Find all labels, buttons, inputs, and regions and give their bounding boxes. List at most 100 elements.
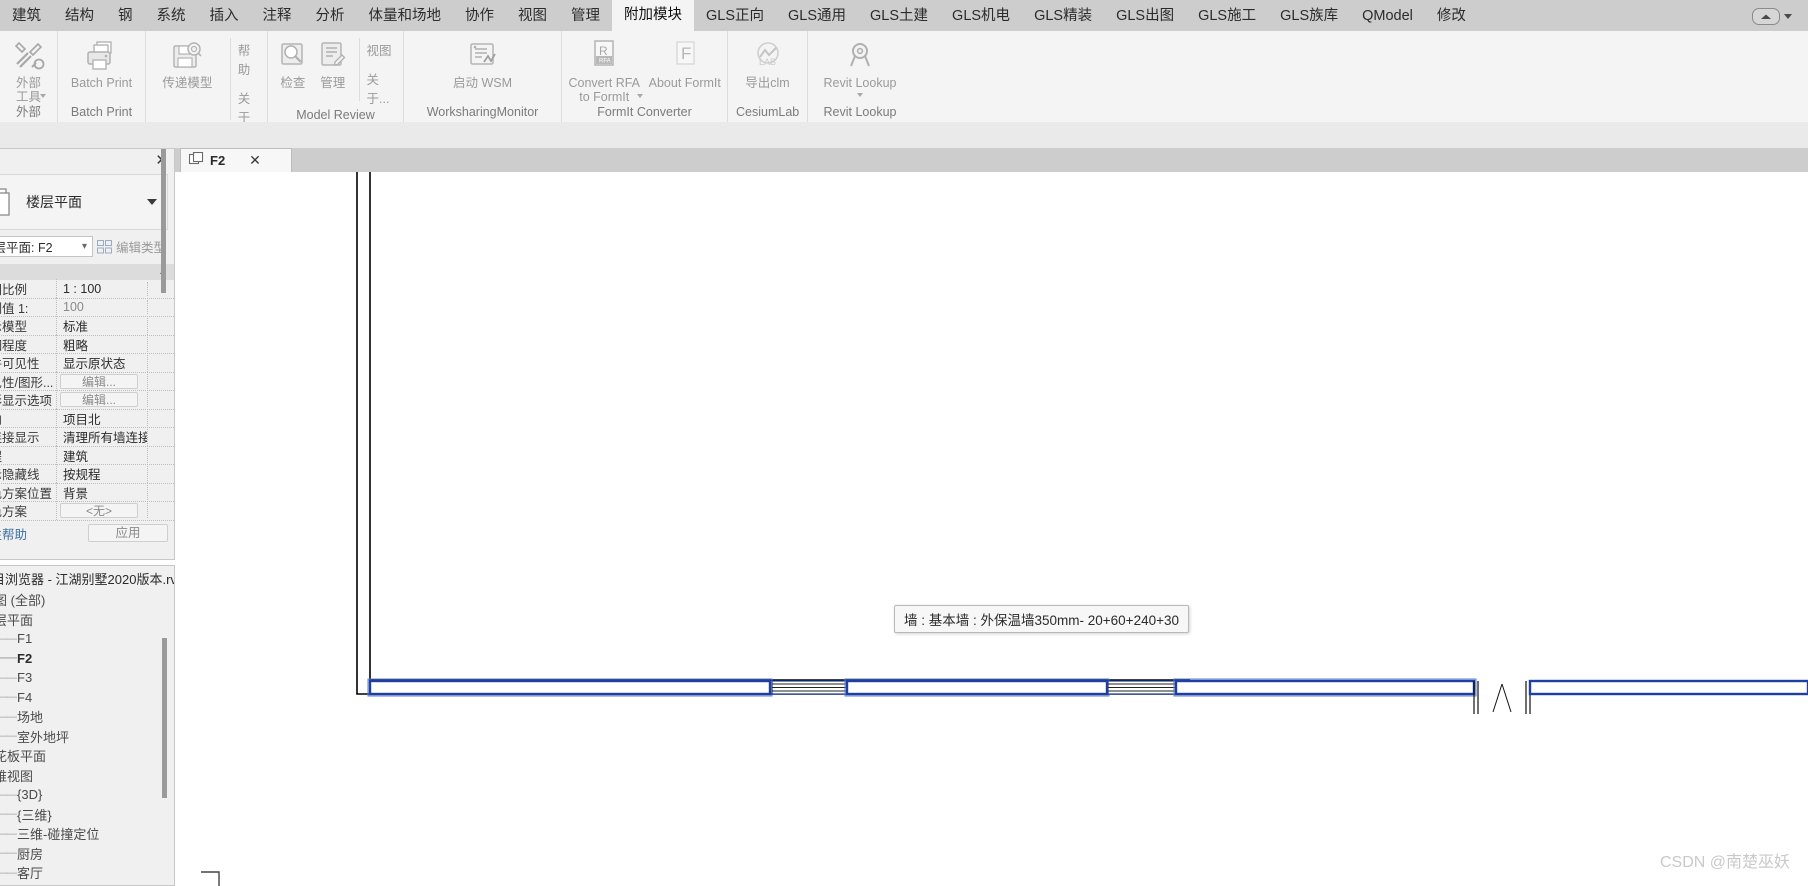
ribbon-tab-6[interactable]: 分析 [304, 2, 357, 31]
ribbon-tab-2[interactable]: 钢 [106, 2, 145, 31]
ribbon-tab-8[interactable]: 协作 [453, 2, 506, 31]
wall-segment-4[interactable] [1528, 679, 1808, 696]
project-browser-node[interactable]: ———场地 [0, 707, 174, 727]
ribbon-tab-21[interactable]: 修改 [1425, 2, 1478, 31]
project-browser-node[interactable]: ———{3D} [0, 785, 174, 805]
property-value[interactable]: 显示原状态 [57, 353, 148, 373]
ribbon-button-about-formit[interactable]: F About FormIt [649, 34, 722, 90]
ribbon-button-revit-lookup[interactable]: Revit Lookup [816, 34, 904, 97]
property-value[interactable]: 标准 [57, 316, 148, 336]
property-value[interactable]: 按规程 [57, 464, 148, 484]
property-edit-button[interactable]: 编辑... [60, 373, 138, 389]
project-browser-node[interactable]: ———F4 [0, 688, 174, 708]
ribbon-tab-5[interactable]: 注释 [251, 2, 304, 31]
project-browser-node-label: 天花板平面 [0, 749, 47, 765]
properties-instance-selector[interactable]: 楼层平面: F2 ▾ [0, 236, 93, 257]
ribbon-tab-13[interactable]: GLS通用 [776, 2, 858, 31]
ribbon-tab-11[interactable]: 附加模块 [612, 0, 694, 31]
chevron-down-icon[interactable] [636, 94, 643, 98]
ribbon-tab-4[interactable]: 插入 [198, 2, 251, 31]
ribbon-tab-15[interactable]: GLS机电 [940, 2, 1022, 31]
ribbon-tab-0[interactable]: 建筑 [0, 2, 53, 31]
ribbon-tab-10[interactable]: 管理 [559, 2, 612, 31]
window-opening-2[interactable] [1107, 680, 1177, 695]
ribbon-minimize-icon[interactable] [1752, 8, 1780, 25]
property-edit-button[interactable]: 编辑... [60, 392, 138, 408]
project-browser-node[interactable]: 天花板平面 [0, 746, 174, 766]
properties-scrollbar[interactable] [161, 149, 166, 559]
property-value[interactable]: 清理所有墙连接 [57, 427, 148, 447]
ribbon-tab-16[interactable]: GLS精装 [1022, 2, 1104, 31]
property-value[interactable]: 粗略 [57, 334, 148, 354]
ribbon-tab-17[interactable]: GLS出图 [1104, 2, 1186, 31]
property-value[interactable]: 背景 [57, 482, 148, 502]
ribbon-button-etransmit-about[interactable]: 关于 [238, 88, 261, 126]
ribbon-tab-9[interactable]: 视图 [506, 2, 559, 31]
property-value[interactable]: 编辑... [57, 373, 148, 389]
ribbon-button-model-review-about[interactable]: 关于... [367, 69, 397, 107]
ribbon-button-etransmit-help[interactable]: 帮助 [238, 40, 261, 78]
property-value[interactable]: <无> [57, 503, 148, 519]
project-browser-node[interactable]: ———{三维} [0, 805, 174, 825]
wall-segment-2[interactable] [844, 678, 1110, 697]
property-value[interactable]: 100 [57, 300, 148, 315]
ribbon-button-convert-rfa-to-formit[interactable]: R RFA Convert RFA to FormIt [568, 34, 643, 104]
properties-group-header[interactable]: ▲ [0, 264, 174, 280]
project-browser-node-label: F3 [17, 670, 33, 686]
ribbon-separator [229, 38, 231, 120]
ribbon-tab-3[interactable]: 系统 [145, 2, 198, 31]
chevron-down-icon[interactable] [857, 93, 863, 97]
chevron-down-icon[interactable] [40, 94, 46, 98]
project-browser-node[interactable]: ———三维-碰撞定位 [0, 824, 174, 844]
project-browser-node[interactable]: ———F2 [0, 649, 174, 669]
project-browser-node[interactable]: ———F1 [0, 629, 174, 649]
ribbon-button-label: 传递模型 [162, 76, 213, 90]
project-browser-node[interactable]: ———客厅 [0, 863, 174, 883]
ribbon-tab-14[interactable]: GLS土建 [858, 2, 940, 31]
ribbon-panel-title: WorksharingMonitor [426, 105, 539, 119]
project-browser-node[interactable]: ———厨房 [0, 844, 174, 864]
properties-type-selector[interactable]: 楼层平面 [0, 174, 168, 230]
view-crop-marker[interactable] [201, 871, 220, 886]
wall-segment-3[interactable] [1173, 678, 1477, 697]
ribbon-button-model-review-view[interactable]: 视图 [367, 40, 397, 59]
ribbon-button-model-review-check[interactable]: 检查 [274, 34, 312, 90]
ribbon-button-model-review-manage[interactable]: 管理 [314, 34, 352, 90]
ribbon-panel-title: 外部 [15, 105, 41, 119]
apply-button[interactable]: 应用 [88, 524, 168, 542]
ribbon-tab-19[interactable]: GLS族库 [1268, 2, 1350, 31]
window-opening-1[interactable] [771, 680, 848, 695]
ribbon-tab-7[interactable]: 体量和场地 [357, 2, 454, 31]
property-value[interactable]: 项目北 [57, 408, 148, 428]
chevron-down-icon: ▾ [81, 241, 87, 252]
ribbon-button-export-clm[interactable]: LAB 导出clm [734, 34, 801, 90]
property-value[interactable]: 编辑... [57, 392, 148, 408]
ribbon-button-batch-print[interactable]: Batch Print [64, 34, 139, 90]
chevron-down-icon[interactable] [147, 199, 157, 205]
close-icon[interactable]: ✕ [249, 152, 261, 169]
project-browser-node[interactable]: 楼层平面 [0, 610, 174, 630]
ribbon-button-external-tools[interactable]: 外部 工具 [6, 34, 51, 104]
project-browser-node-label: 三维-碰撞定位 [17, 827, 100, 843]
ribbon-tab-20[interactable]: QModel [1350, 2, 1425, 31]
ribbon-tab-1[interactable]: 结构 [53, 2, 106, 31]
chevron-down-icon[interactable] [1784, 14, 1792, 19]
properties-help-link[interactable]: 属性帮助 [0, 524, 27, 543]
project-browser-node[interactable]: ———室外地坪 [0, 727, 174, 747]
ribbon-button-transmit-model[interactable]: 传递模型 [152, 34, 223, 90]
property-value[interactable]: 1 : 100 [57, 281, 148, 296]
project-browser-node[interactable]: 三维视图 [0, 766, 174, 786]
project-browser-node[interactable]: ———F3 [0, 668, 174, 688]
edit-type-button[interactable]: 编辑类型 [96, 237, 170, 256]
project-browser-scrollbar[interactable] [162, 608, 167, 844]
door-opening[interactable] [1473, 681, 1531, 714]
ribbon-tab-18[interactable]: GLS施工 [1186, 2, 1268, 31]
project-browser-node[interactable]: 视图 (全部) [0, 590, 174, 610]
property-value[interactable]: 建筑 [57, 445, 148, 465]
ribbon-tab-12[interactable]: GLS正向 [694, 2, 776, 31]
property-edit-button[interactable]: <无> [60, 503, 138, 519]
ribbon-button-launch-wsm[interactable]: 启动 WSM [439, 34, 527, 90]
view-tab-f2[interactable]: F2 ✕ [180, 148, 292, 172]
drawing-canvas[interactable]: 墙 : 基本墙 : 外保温墙350mm- 20+60+240+30 CSDN @… [175, 172, 1808, 886]
wall-segment-1[interactable] [367, 678, 773, 697]
